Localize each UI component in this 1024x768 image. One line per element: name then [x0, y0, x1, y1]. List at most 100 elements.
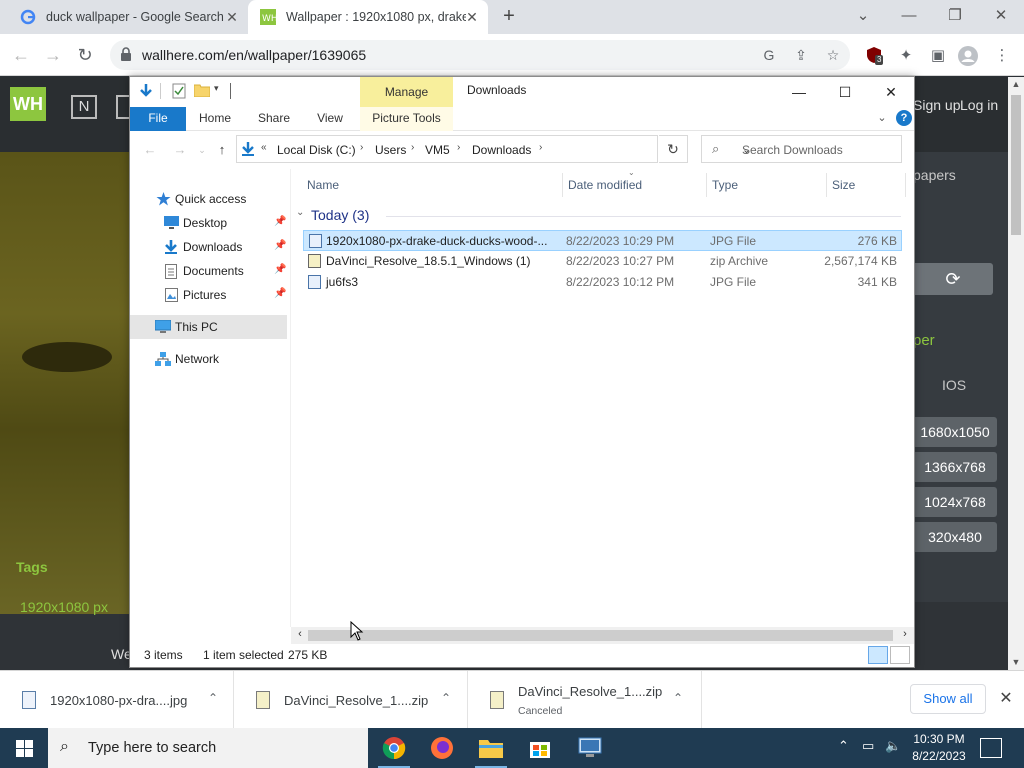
breadcrumb-vm5[interactable]: VM5 [425, 143, 450, 157]
scroll-left-arrow[interactable]: ‹ [293, 628, 307, 640]
help-icon[interactable]: ? [896, 110, 912, 126]
nav-network[interactable]: Network [130, 347, 287, 371]
show-hidden-icons-chevron[interactable]: ⌃ [838, 738, 849, 754]
breadcrumb-separator[interactable]: › [457, 142, 460, 153]
group-header-today[interactable]: Today (3) [311, 207, 369, 223]
tab-view[interactable]: View [304, 107, 356, 131]
breadcrumb-downloads[interactable]: Downloads [472, 143, 531, 157]
tab-google-search[interactable]: duck wallpaper - Google Search ✕ [8, 0, 248, 34]
resolution-button[interactable]: 320x480 [913, 522, 997, 552]
download-item[interactable]: DaVinci_Resolve_1....zip ⌃ [234, 671, 468, 729]
expand-ribbon-icon[interactable]: ⌄ [874, 111, 890, 127]
chevron-up-icon[interactable]: ⌃ [670, 691, 686, 707]
resolution-button[interactable]: 1680x1050 [913, 417, 997, 447]
column-divider[interactable] [905, 173, 906, 197]
download-item[interactable]: DaVinci_Resolve_1....zip Canceled ⌃ [468, 671, 702, 729]
tab-home[interactable]: Home [188, 107, 242, 131]
new-tab-button[interactable]: + [498, 5, 520, 27]
scroll-up-arrow[interactable]: ▲ [1008, 79, 1024, 89]
extensions-puzzle-icon[interactable]: ✦ [896, 46, 916, 66]
tab-picture-tools[interactable]: Picture Tools [360, 107, 453, 131]
restore-icon[interactable]: ❐ [943, 4, 967, 28]
scroll-right-arrow[interactable]: › [898, 628, 912, 640]
ios-label[interactable]: IOS [942, 377, 966, 393]
chevron-up-icon[interactable]: ⌃ [205, 691, 221, 707]
profile-avatar-icon[interactable] [958, 46, 978, 66]
lock-icon[interactable] [120, 47, 132, 64]
system-clock[interactable]: 10:30 PM 8/22/2023 [908, 731, 970, 765]
column-divider[interactable] [562, 173, 563, 197]
scroll-thumb[interactable] [308, 630, 893, 641]
qat-dropdown-icon[interactable]: ▾ [214, 83, 230, 99]
details-view-icon[interactable] [868, 646, 888, 664]
file-row[interactable]: 1920x1080-px-drake-duck-ducks-wood-... 8… [303, 230, 902, 251]
file-row[interactable]: DaVinci_Resolve_18.5.1_Windows (1) 8/22/… [303, 251, 902, 272]
back-icon[interactable]: ← [8, 42, 34, 68]
firefox-taskbar-icon[interactable] [418, 728, 466, 768]
close-tab-icon[interactable]: ✕ [464, 9, 480, 25]
tab-file[interactable]: File [130, 107, 186, 131]
bookmark-star-icon[interactable]: ☆ [824, 46, 842, 64]
minimize-icon[interactable]: — [784, 80, 814, 104]
new-folder-icon[interactable] [193, 83, 211, 99]
volume-icon[interactable]: 🔈 [885, 738, 901, 754]
resolution-button[interactable]: 1024x768 [913, 487, 997, 517]
up-arrow-icon[interactable]: ↑ [214, 142, 230, 158]
recent-locations-icon[interactable]: ⌄ [194, 142, 210, 158]
pin-icon[interactable]: 📌 [274, 288, 286, 299]
column-divider[interactable] [706, 173, 707, 197]
store-taskbar-icon[interactable] [516, 728, 564, 768]
side-panel-icon[interactable]: ▣ [928, 46, 948, 66]
close-window-icon[interactable]: ✕ [989, 4, 1013, 28]
reload-icon[interactable]: ↻ [72, 42, 98, 68]
nav-downloads[interactable]: Downloads 📌 [130, 235, 287, 259]
taskbar-search-box[interactable]: ⌕ Type here to search [48, 728, 368, 768]
google-lens-icon[interactable]: G [760, 46, 778, 64]
close-downloads-icon[interactable]: ✕ [996, 689, 1016, 709]
large-icons-view-icon[interactable] [890, 646, 910, 664]
scroll-down-arrow[interactable]: ▼ [1008, 657, 1024, 667]
refresh-icon[interactable]: ↻ [659, 135, 688, 163]
column-header-type[interactable]: Type [712, 178, 738, 192]
windows-start-icon[interactable] [0, 728, 48, 768]
show-all-button[interactable]: Show all [910, 684, 986, 714]
remote-desktop-taskbar-icon[interactable] [566, 728, 614, 768]
download-arrow-icon[interactable] [138, 83, 154, 99]
close-icon[interactable]: ✕ [876, 80, 906, 104]
collapse-group-chevron-icon[interactable]: ⌄ [296, 207, 304, 218]
overflow-chevron-icon[interactable]: « [261, 142, 267, 153]
chevron-up-icon[interactable]: ⌃ [438, 691, 454, 707]
k-logo-icon[interactable] [116, 95, 130, 119]
chrome-taskbar-icon[interactable] [370, 728, 418, 768]
breadcrumb-separator[interactable]: › [360, 142, 363, 153]
maximize-icon[interactable]: ☐ [830, 80, 860, 104]
breadcrumb-separator[interactable]: › [411, 142, 414, 153]
download-item[interactable]: 1920x1080-px-dra....jpg ⌃ [0, 671, 234, 729]
pin-icon[interactable]: 📌 [274, 240, 286, 251]
breadcrumb[interactable]: « Local Disk (C:) › Users › VM5 › Downlo… [236, 135, 751, 163]
sign-up-link[interactable]: Sign up [913, 97, 960, 113]
nav-quick-access[interactable]: Quick access [130, 187, 287, 211]
column-divider[interactable] [826, 173, 827, 197]
tag-link[interactable]: 1920x1080 px [20, 599, 108, 615]
menu-kebab-icon[interactable]: ⋮ [992, 46, 1012, 66]
page-scrollbar[interactable]: ▲ ▼ [1008, 77, 1024, 670]
close-tab-icon[interactable]: ✕ [224, 9, 240, 25]
notification-center-icon[interactable] [980, 738, 1002, 758]
horizontal-scrollbar[interactable]: ‹ › [291, 627, 914, 644]
ublock-extension-icon[interactable]: 3 [864, 46, 884, 66]
scroll-thumb[interactable] [1011, 95, 1021, 235]
network-tray-icon[interactable]: ▭ [862, 738, 874, 754]
nav-documents[interactable]: Documents 📌 [130, 259, 287, 283]
n-logo-icon[interactable]: N [71, 95, 97, 119]
column-header-date[interactable]: Date modified [568, 178, 642, 192]
breadcrumb-local-disk[interactable]: Local Disk (C:) [277, 143, 356, 157]
tab-wallpaper[interactable]: WH Wallpaper : 1920x1080 px, drake ✕ [248, 0, 488, 34]
back-arrow-icon[interactable]: ← [142, 142, 158, 158]
file-row[interactable]: ju6fs3 8/22/2023 10:12 PM JPG File 341 K… [303, 272, 902, 293]
tab-search-icon[interactable]: ⌄ [851, 4, 875, 28]
properties-checkbox-icon[interactable] [172, 83, 188, 99]
minimize-icon[interactable]: — [897, 4, 921, 28]
nav-this-pc[interactable]: This PC [130, 315, 287, 339]
pin-icon[interactable]: 📌 [274, 216, 286, 227]
